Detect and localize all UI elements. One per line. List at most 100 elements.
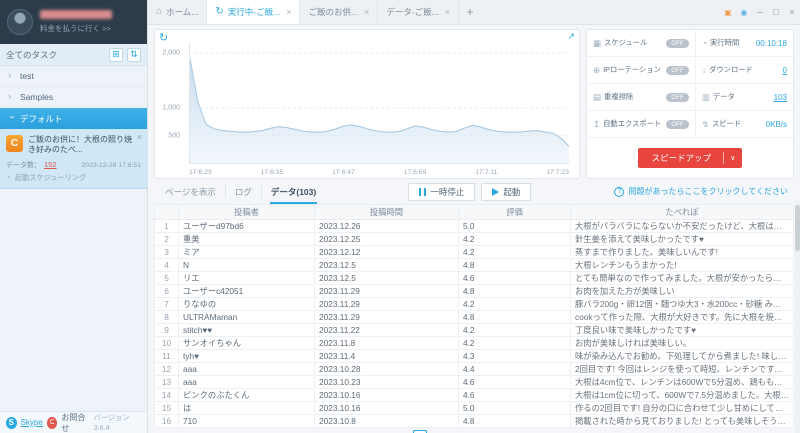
chart-grid bbox=[190, 52, 569, 136]
help-link[interactable]: ? 問題があったらここをクリックしてください bbox=[614, 186, 792, 197]
upgrade-link[interactable]: 料金を払うに行く >> bbox=[40, 23, 112, 34]
avatar[interactable] bbox=[7, 9, 33, 35]
dedup-icon: ▤ bbox=[593, 91, 602, 102]
close-window-button[interactable]: × bbox=[784, 0, 800, 24]
cell-n: 6 bbox=[154, 284, 179, 298]
table-row[interactable]: 8 ULTRAMaman 2023.11.29 4.8 cookって作った際、大根が大好… bbox=[154, 310, 794, 324]
close-icon[interactable]: × bbox=[364, 7, 369, 17]
tab-home[interactable]: ⌂ ホーム... bbox=[148, 0, 208, 24]
pause-button[interactable]: 一時停止 bbox=[408, 182, 476, 201]
cell-poster: 重美 bbox=[178, 232, 315, 246]
stats-panel: ▦ スケジュール OFF ◔ 実行時間 00:10:18 ⊕ IPローテーション bbox=[586, 29, 794, 179]
user-panel[interactable]: 料金を払うに行く >> bbox=[0, 0, 147, 44]
task-title: ご飯のお供に！大根の照り焼き好みのたべ... bbox=[28, 135, 132, 155]
cell-time: 2023.11.4 bbox=[314, 349, 459, 363]
cell-n: 11 bbox=[154, 349, 179, 363]
x-tick: 17:7:11 bbox=[475, 169, 498, 176]
data-count[interactable]: 103 bbox=[774, 93, 787, 102]
cell-n: 12 bbox=[154, 362, 179, 376]
chevron-right-icon: › bbox=[8, 70, 12, 81]
chart-panel: ↻ ↗ 2,000 1,000 500 17:6:23 17:6:35 17:6… bbox=[154, 29, 580, 179]
cell-comment: 丁度良い味で美味しかったです♥ bbox=[570, 323, 794, 337]
scrollbar[interactable] bbox=[795, 201, 800, 433]
add-group-icon[interactable]: ⊞ bbox=[109, 47, 123, 62]
table-row[interactable]: 5 リエ 2023.12.5 4.6 とても簡単なので作ってみました。大根が安かったら是… bbox=[154, 271, 794, 285]
tree-item-samples[interactable]: › Samples bbox=[0, 87, 147, 108]
globe-icon: ⊕ bbox=[593, 64, 601, 75]
app-window: 料金を払うに行く >> 全てのタスク ⊞ ⇅ › test › Samples … bbox=[0, 0, 800, 433]
cell-poster: りなゆの bbox=[178, 297, 315, 311]
promo-icon[interactable]: ▣ bbox=[720, 0, 736, 24]
schedule-toggle[interactable]: OFF bbox=[666, 38, 689, 48]
table-row[interactable]: 6 ユーザーc42051 2023.11.29 4.8 お肉を加えた方が美味しい bbox=[154, 284, 794, 298]
button-divider bbox=[723, 152, 725, 164]
skype-icon[interactable]: S bbox=[6, 416, 17, 429]
cell-rating: 4.6 bbox=[458, 375, 571, 389]
maximize-button[interactable]: □ bbox=[768, 0, 784, 24]
start-button[interactable]: 起動 bbox=[481, 182, 532, 201]
table-row[interactable]: 4 N 2023.12.5 4.8 大根レンチンもうまかった! bbox=[154, 258, 794, 272]
y-tick: 500 bbox=[168, 132, 180, 140]
tree-item-test[interactable]: › test bbox=[0, 66, 147, 87]
table-row[interactable]: 14 ピンクのぶたくん 2023.10.16 4.6 大根は1cm位に切って、600Wで… bbox=[154, 388, 794, 402]
cell-poster: ULTRAMaman bbox=[178, 310, 315, 324]
data-count-value[interactable]: 152 bbox=[44, 160, 57, 169]
tab-task-config[interactable]: ご飯のお供... × bbox=[300, 0, 379, 24]
tab-running-task[interactable]: ↻ 実行中-ご飯... × bbox=[207, 0, 301, 24]
minimize-button[interactable]: ─ bbox=[752, 0, 768, 24]
table-row[interactable]: 10 サンオイちゃん 2023.11.8 4.2 お肉が美味しければ美味しい。 bbox=[154, 336, 794, 350]
sort-tasks-icon[interactable]: ⇅ bbox=[127, 47, 141, 62]
view-tab[interactable]: ページを表示 bbox=[156, 185, 226, 198]
scrollbar-thumb[interactable] bbox=[795, 205, 800, 251]
cell-poster: は bbox=[178, 401, 315, 415]
table-row[interactable]: 11 tyh♥ 2023.11.4 4.3 味が染み込んでお勧め。下処理してから煮ました… bbox=[154, 349, 794, 363]
dedup-toggle[interactable]: OFF bbox=[666, 92, 689, 102]
new-tab-button[interactable]: + bbox=[459, 0, 481, 24]
cell-poster: aaa bbox=[178, 375, 315, 389]
skype-link[interactable]: Skype bbox=[21, 418, 43, 427]
contact-icon[interactable]: C bbox=[46, 416, 58, 429]
chevron-down-icon[interactable]: ∨ bbox=[730, 154, 742, 162]
cell-n: 14 bbox=[154, 388, 179, 402]
cell-poster: stitch♥♥ bbox=[178, 323, 315, 337]
notification-icon[interactable]: ◉ bbox=[736, 0, 752, 24]
close-icon[interactable]: × bbox=[137, 132, 142, 142]
calendar-icon: ▦ bbox=[593, 37, 602, 48]
table-row[interactable]: 16 710 2023.10.8 4.8 掲載された時から見ておりました! とっても美味… bbox=[154, 414, 794, 428]
speed-icon: ↯ bbox=[701, 118, 709, 129]
col-header-time: 投稿時間 bbox=[314, 204, 459, 220]
stat-runtime: ◔ 実行時間 00:10:18 bbox=[695, 30, 793, 57]
tab-task-data[interactable]: データ-ご飯... × bbox=[378, 0, 460, 24]
ip-rotation-toggle[interactable]: OFF bbox=[666, 65, 689, 75]
table-row[interactable]: 13 aaa 2023.10.23 4.6 大根は4cm位で、レンチンは600Wで5分温… bbox=[154, 375, 794, 389]
table-row[interactable]: 1 ユーザーd97bd6 2023.12.26 5.0 大根がバラバラにならないか不安だ… bbox=[154, 219, 794, 233]
task-card[interactable]: C ご飯のお供に！大根の照り焼き好みのたべ... × データ数： 152 202… bbox=[0, 129, 147, 189]
speedup-area: スピードアップ ∨ bbox=[587, 138, 793, 178]
table-row[interactable]: 15 は 2023.10.16 5.0 作るの2回目です! 自分の口に合わせて少し甘めに… bbox=[154, 401, 794, 415]
view-tab[interactable]: データ(103) bbox=[262, 185, 325, 204]
tree-label: Samples bbox=[20, 92, 54, 102]
view-tab[interactable]: ログ bbox=[226, 185, 262, 198]
close-icon[interactable]: × bbox=[286, 7, 291, 17]
cell-time: 2023.11.29 bbox=[314, 284, 459, 298]
tree-item-default[interactable]: › デフォルト bbox=[0, 108, 147, 129]
table-row[interactable]: 12 aaa 2023.10.28 4.4 2回目です! 今回はレンジを使って時短、レン… bbox=[154, 362, 794, 376]
top-row: ↻ ↗ 2,000 1,000 500 17:6:23 17:6:35 17:6… bbox=[154, 29, 794, 179]
table-row[interactable]: 2 重美 2023.12.25 4.2 針生姜を添えて美味しかったです♥ bbox=[154, 232, 794, 246]
speed-up-button[interactable]: スピードアップ ∨ bbox=[637, 148, 743, 168]
cell-n: 1 bbox=[154, 219, 179, 233]
table-row[interactable]: 7 りなゆの 2023.11.29 4.2 豚バラ200g・卵12個・麺つゆ大3・水20… bbox=[154, 297, 794, 311]
table-row[interactable]: 9 stitch♥♥ 2023.11.22 4.2 丁度良い味で美味しかったです♥ bbox=[154, 323, 794, 337]
auto-export-toggle[interactable]: OFF bbox=[666, 119, 689, 129]
download-count[interactable]: 0 bbox=[783, 66, 787, 75]
table-body: 1 ユーザーd97bd6 2023.12.26 5.0 大根がバラバラにならないか不安だ… bbox=[154, 219, 794, 428]
cell-n: 7 bbox=[154, 297, 179, 311]
table-row[interactable]: 3 ミア 2023.12.12 4.2 蒸すまで作りました。美味しいんです! bbox=[154, 245, 794, 259]
task-status-label: 起動スケジューリング bbox=[14, 172, 87, 182]
fullscreen-icon[interactable]: ↗ bbox=[567, 31, 575, 42]
tab-label: データ-ご飯... bbox=[386, 7, 439, 17]
close-icon[interactable]: × bbox=[445, 7, 450, 17]
cell-poster: ユーザーc42051 bbox=[178, 284, 315, 298]
stat-speed: ↯ スピード 0KB/s bbox=[695, 111, 793, 138]
contact-link[interactable]: お問合せ bbox=[61, 412, 89, 433]
